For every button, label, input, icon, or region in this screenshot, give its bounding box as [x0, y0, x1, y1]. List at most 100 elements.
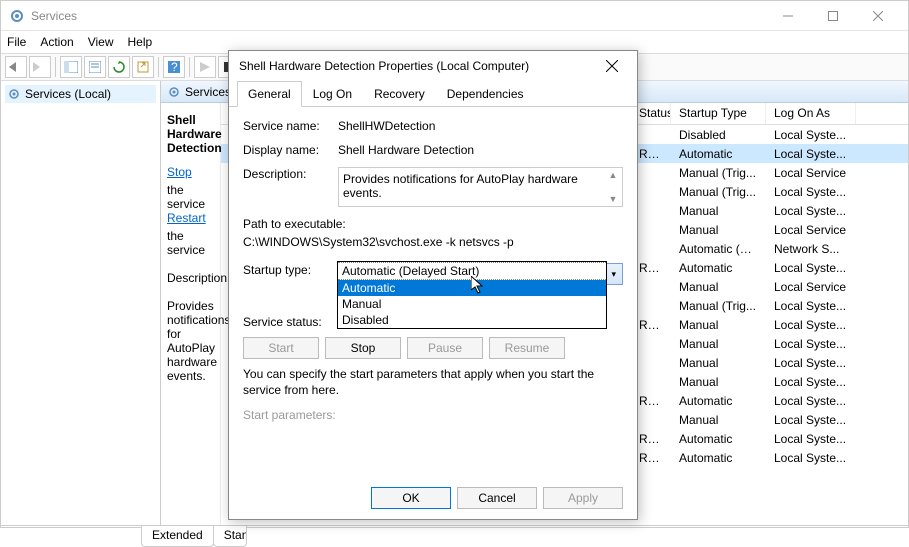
tab-dependencies[interactable]: Dependencies — [436, 81, 535, 106]
stop-button[interactable]: Stop — [325, 337, 401, 359]
cell-startup: Automatic — [671, 431, 766, 447]
cell-startup: Manual — [671, 279, 766, 295]
service-name-label: Service name: — [243, 119, 338, 133]
ok-button[interactable]: OK — [371, 487, 451, 509]
cell-startup: Automatic — [671, 146, 766, 162]
option-manual[interactable]: Manual — [338, 296, 606, 312]
scroll-down-icon[interactable]: ▼ — [606, 194, 620, 204]
start-params-note: You can specify the start parameters tha… — [243, 367, 623, 398]
cell-startup: Manual (Trig... — [671, 165, 766, 181]
col-logon[interactable]: Log On As — [766, 103, 856, 124]
cell-logon: Local Syste... — [766, 431, 856, 447]
display-name-value: Shell Hardware Detection — [338, 143, 623, 157]
apply-button[interactable]: Apply — [543, 487, 623, 509]
window-title: Services — [31, 9, 765, 23]
cell-logon: Local Service — [766, 279, 856, 295]
cell-logon: Local Syste... — [766, 336, 856, 352]
help-button[interactable]: ? — [163, 56, 185, 78]
cell-logon: Local Syste... — [766, 317, 856, 333]
cell-logon: Local Syste... — [766, 146, 856, 162]
cell-startup: Manual — [671, 222, 766, 238]
properties-icon[interactable] — [84, 56, 106, 78]
path-label: Path to executable: — [243, 217, 623, 231]
description-text: Provides notifications for AutoPlay hard… — [343, 172, 578, 200]
tree-item-services-local[interactable]: Services (Local) — [5, 85, 156, 103]
export-button[interactable] — [132, 56, 154, 78]
chevron-down-icon: ▾ — [611, 269, 616, 280]
services-icon — [9, 8, 25, 24]
cell-startup: Manual — [671, 355, 766, 371]
titlebar: Services — [1, 1, 908, 31]
service-status-label: Service status: — [243, 315, 338, 329]
scroll-up-icon[interactable]: ▲ — [606, 170, 620, 180]
tree-pane: Services (Local) — [1, 81, 161, 525]
cell-logon: Local Syste... — [766, 260, 856, 276]
tab-extended[interactable]: Extended — [141, 526, 214, 547]
cell-startup: Automatic (D... — [671, 241, 766, 257]
cell-logon: Local Syste... — [766, 393, 856, 409]
option-disabled[interactable]: Disabled — [338, 312, 606, 328]
tab-standard[interactable]: Standard — [213, 526, 247, 547]
description-label: Description: — [243, 167, 338, 181]
cell-logon: Local Syste... — [766, 450, 856, 466]
desc-label: Description: — [167, 271, 214, 285]
restart-link[interactable]: Restart — [167, 211, 214, 225]
cell-logon: Local Syste... — [766, 203, 856, 219]
stop-link[interactable]: Stop — [167, 165, 214, 179]
cell-logon: Local Syste... — [766, 298, 856, 314]
cell-logon: Local Syste... — [766, 355, 856, 371]
cell-startup: Manual — [671, 374, 766, 390]
minimize-button[interactable] — [765, 1, 810, 30]
cell-startup: Manual — [671, 317, 766, 333]
cell-startup: Manual (Trig... — [671, 298, 766, 314]
start-service-button[interactable] — [194, 56, 216, 78]
svg-text:?: ? — [171, 61, 178, 73]
menu-help[interactable]: Help — [128, 35, 153, 49]
tab-recovery[interactable]: Recovery — [363, 81, 436, 106]
dialog-titlebar: Shell Hardware Detection Properties (Loc… — [229, 51, 637, 81]
cancel-button[interactable]: Cancel — [457, 487, 537, 509]
service-name-value: ShellHWDetection — [338, 119, 623, 133]
show-hide-tree-button[interactable] — [60, 56, 82, 78]
tab-logon[interactable]: Log On — [302, 81, 363, 106]
cell-logon: Local Service — [766, 222, 856, 238]
view-tabs: Extended Standard — [1, 525, 908, 547]
dialog-close-button[interactable] — [597, 51, 627, 81]
menu-file[interactable]: File — [7, 35, 26, 49]
start-button[interactable]: Start — [243, 337, 319, 359]
cell-logon: Local Service — [766, 165, 856, 181]
close-button[interactable] — [855, 1, 900, 30]
cell-startup: Manual (Trig... — [671, 184, 766, 200]
cell-logon: Local Syste... — [766, 412, 856, 428]
option-automatic[interactable]: Automatic — [338, 280, 606, 296]
pause-button[interactable]: Pause — [407, 337, 483, 359]
cell-startup: Manual — [671, 336, 766, 352]
cell-startup: Manual — [671, 203, 766, 219]
properties-dialog: Shell Hardware Detection Properties (Loc… — [228, 50, 638, 520]
cell-logon: Network S... — [766, 241, 856, 257]
refresh-button[interactable] — [108, 56, 130, 78]
forward-button[interactable] — [29, 56, 51, 78]
option-automatic-delayed[interactable]: Automatic (Delayed Start) — [338, 262, 606, 280]
dialog-title: Shell Hardware Detection Properties (Loc… — [239, 59, 597, 73]
gear-icon — [7, 87, 21, 101]
display-name-label: Display name: — [243, 143, 338, 157]
maximize-button[interactable] — [810, 1, 855, 30]
col-startup[interactable]: Startup Type — [671, 103, 766, 124]
menu-action[interactable]: Action — [40, 35, 73, 49]
cell-startup: Disabled — [671, 127, 766, 143]
back-button[interactable] — [5, 56, 27, 78]
gear-icon — [167, 85, 181, 99]
resume-button[interactable]: Resume — [489, 337, 565, 359]
path-value: C:\WINDOWS\System32\svchost.exe -k netsv… — [243, 235, 623, 249]
start-params-label: Start parameters: — [243, 408, 338, 422]
description-box[interactable]: Provides notifications for AutoPlay hard… — [338, 167, 623, 207]
startup-type-label: Startup type: — [243, 263, 338, 277]
action-pane: Shell Hardware Detection Stop the servic… — [161, 103, 221, 525]
tab-general[interactable]: General — [237, 81, 302, 107]
tree-item-label: Services (Local) — [25, 87, 111, 101]
action-title: Shell Hardware Detection — [167, 113, 214, 155]
cell-logon: Local Syste... — [766, 127, 856, 143]
cell-startup: Automatic — [671, 393, 766, 409]
menu-view[interactable]: View — [88, 35, 114, 49]
